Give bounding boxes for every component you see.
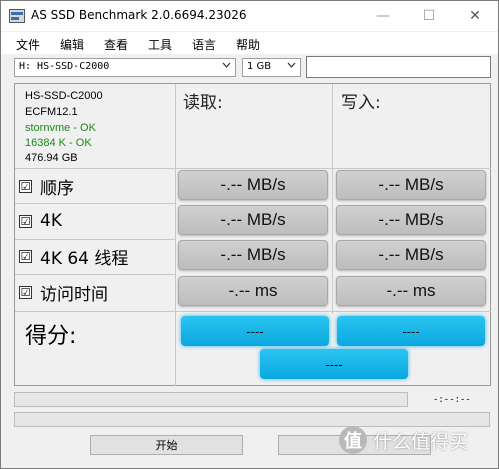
menu-file[interactable]: 文件 [16,36,40,53]
maximize-button[interactable]: ☐ [406,1,452,31]
drive-select-value: H: HS-SSD-C2000 [19,61,110,72]
4k64-write-result: -.-- MB/s [336,240,486,270]
menu-tools[interactable]: 工具 [148,36,172,53]
row-seq-checkbox[interactable]: ☑ [19,179,32,193]
row-seq-label[interactable]: ☑ 顺序 [19,173,74,199]
drive-name: HS-SSD-C2000 [25,90,103,102]
row-4k64-text: 4K 64 线程 [40,248,129,269]
4k-write-result: -.-- MB/s [336,205,486,235]
progress-bar [14,392,408,407]
title-bar: AS SSD Benchmark 2.0.6694.23026 — ☐ ✕ [1,1,498,31]
row-4k-checkbox[interactable]: ☑ [19,214,32,228]
drive-select[interactable]: H: HS-SSD-C2000 [14,58,236,77]
size-select[interactable]: 1 GB [242,58,301,77]
results-grid: HS-SSD-C2000 ECFM12.1 stornvme - OK 1638… [14,83,491,386]
menu-edit[interactable]: 编辑 [60,36,84,53]
close-button[interactable]: ✕ [452,1,498,31]
read-header: 读取: [183,93,223,113]
seq-read-result: -.-- MB/s [178,170,328,200]
total-score: ---- [260,349,408,379]
row-4k-label[interactable]: ☑ 4K [19,208,62,234]
row-seq-text: 顺序 [40,178,74,199]
minimize-button[interactable]: — [360,1,406,31]
size-select-value: 1 GB [247,61,272,72]
menu-bar: 文件 编辑 查看 工具 语言 帮助 [1,32,498,54]
menu-help[interactable]: 帮助 [236,36,260,53]
start-button[interactable]: 开始 [90,435,243,455]
chevron-down-icon [287,62,296,68]
elapsed-time: -:--:-- [433,395,471,405]
row-4k-text: 4K [40,211,62,231]
access-read-result: -.-- ms [178,276,328,306]
write-score: ---- [337,316,485,346]
menu-language[interactable]: 语言 [192,36,216,53]
row-access-label[interactable]: ☑ 访问时间 [19,279,108,305]
4k-read-result: -.-- MB/s [178,205,328,235]
driver-status: stornvme - OK [25,122,96,134]
seq-write-result: -.-- MB/s [336,170,486,200]
row-4k64-label[interactable]: ☑ 4K 64 线程 [19,243,128,269]
row-access-text: 访问时间 [40,284,108,305]
write-header: 写入: [341,93,381,113]
chevron-down-icon [222,62,231,68]
menu-view[interactable]: 查看 [104,36,128,53]
path-input[interactable] [306,56,491,78]
4k64-read-result: -.-- MB/s [178,240,328,270]
drive-capacity: 476.94 GB [25,152,78,164]
drive-firmware: ECFM12.1 [25,106,78,118]
app-window: AS SSD Benchmark 2.0.6694.23026 — ☐ ✕ 文件… [0,0,499,469]
window-title: AS SSD Benchmark 2.0.6694.23026 [31,8,247,22]
watermark-logo-icon: 值 [339,426,367,454]
read-score: ---- [181,316,329,346]
alignment-status: 16384 K - OK [25,137,92,149]
overall-progress-bar [14,412,490,427]
watermark: 值 什么值得买 [339,426,468,454]
watermark-text: 什么值得买 [373,430,469,453]
access-write-result: -.-- ms [336,276,486,306]
score-label: 得分: [25,324,77,349]
row-4k64-checkbox[interactable]: ☑ [19,249,32,263]
app-icon [9,9,25,23]
row-access-checkbox[interactable]: ☑ [19,285,32,299]
